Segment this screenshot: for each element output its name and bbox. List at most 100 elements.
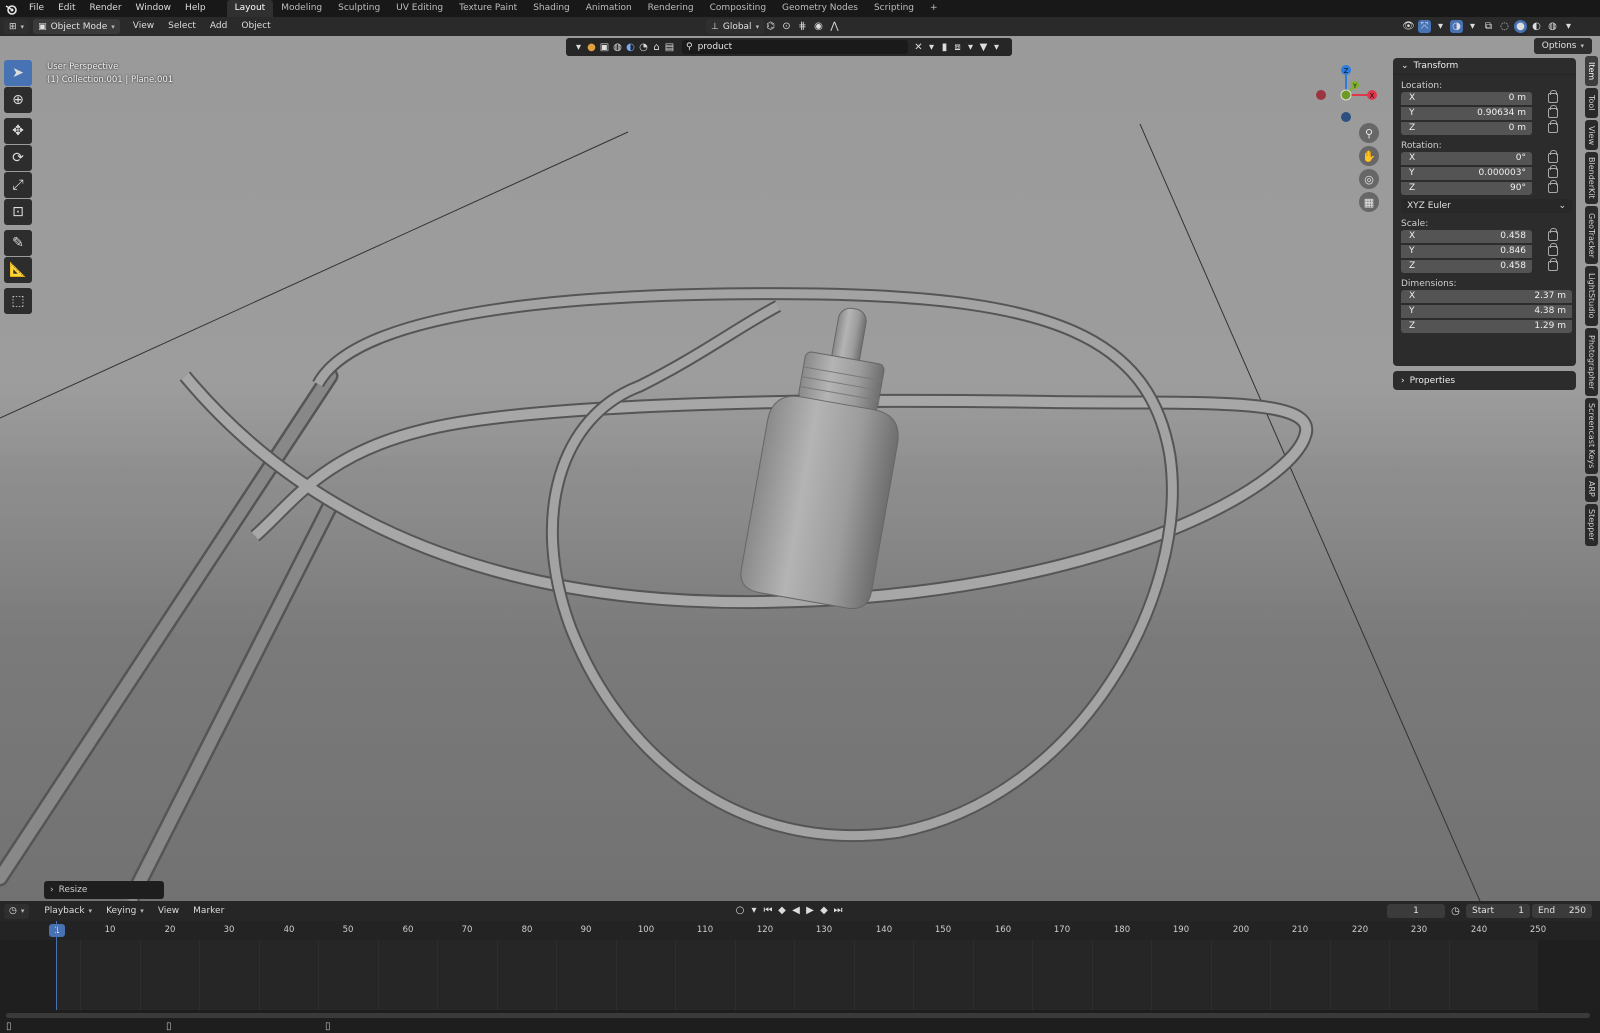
wireframe-shading-icon[interactable]: ◌ xyxy=(1498,20,1511,33)
chevron-down-icon[interactable]: ▾ xyxy=(1562,20,1575,33)
neg-x-axis-handle[interactable] xyxy=(1316,90,1326,100)
navigation-gizmo[interactable]: Z X Y xyxy=(1316,62,1380,126)
dimensions-x-field[interactable]: X 2.37 m xyxy=(1401,289,1572,303)
clear-search-icon[interactable]: ✕ xyxy=(912,41,925,54)
light-icon[interactable]: ◐ xyxy=(624,41,637,54)
play-icon[interactable]: ▶ xyxy=(803,904,817,917)
tab-compositing[interactable]: Compositing xyxy=(702,0,774,17)
timeline-scrollbar[interactable]: ▯ ▯ ▯ xyxy=(0,1010,1600,1033)
tab-modeling[interactable]: Modeling xyxy=(273,0,330,17)
pivot-icon[interactable]: ⌬ xyxy=(764,20,777,33)
editor-type-button[interactable]: ⊞ ▾ xyxy=(4,19,30,34)
lock-icon[interactable] xyxy=(1548,105,1558,118)
image-icon[interactable]: ▤ xyxy=(663,41,676,54)
stopwatch-icon[interactable]: ◷ xyxy=(1449,905,1462,918)
filter-icon[interactable]: ▼ xyxy=(977,41,990,54)
menu-object[interactable]: Object xyxy=(234,17,277,36)
lock-icon[interactable] xyxy=(1548,243,1558,256)
menu-add[interactable]: Add xyxy=(203,17,234,36)
lock-icon[interactable] xyxy=(1548,150,1558,163)
falloff-icon[interactable]: ⋀ xyxy=(828,20,841,33)
transform-orientation-dropdown[interactable]: ⊥ Global ▾ xyxy=(706,19,765,34)
location-z-field[interactable]: Z 0 m xyxy=(1401,121,1532,135)
menu-window[interactable]: Window xyxy=(129,0,179,17)
rotate-tool[interactable]: ⟳ xyxy=(4,145,32,171)
scale-y-field[interactable]: Y 0.846 xyxy=(1401,244,1532,258)
menu-marker[interactable]: Marker xyxy=(186,902,231,921)
snap-target-icon[interactable]: ⋕ xyxy=(796,20,809,33)
rotation-x-field[interactable]: X 0° xyxy=(1401,151,1532,165)
tab-texture-paint[interactable]: Texture Paint xyxy=(451,0,525,17)
current-frame-field[interactable]: 1 xyxy=(1387,904,1445,918)
menu-select[interactable]: Select xyxy=(161,17,203,36)
end-frame-field[interactable]: End 250 xyxy=(1532,904,1592,918)
rotation-z-field[interactable]: Z 90° xyxy=(1401,181,1532,195)
last-operator-panel[interactable]: › Resize xyxy=(44,881,164,899)
bookmark-icon[interactable]: ▮ xyxy=(938,41,951,54)
rendered-shading-icon[interactable]: ◍ xyxy=(1546,20,1559,33)
menu-keying[interactable]: Keying ▾ xyxy=(99,902,151,921)
menu-timeline-view[interactable]: View xyxy=(151,902,186,921)
record-icon[interactable]: ○ xyxy=(733,904,747,917)
lock-icon[interactable] xyxy=(1548,120,1558,133)
playhead-line[interactable] xyxy=(56,921,57,1010)
blender-logo-icon[interactable] xyxy=(0,0,22,17)
pan-hand-icon[interactable]: ✋ xyxy=(1359,146,1379,166)
lock-icon[interactable] xyxy=(1548,90,1558,103)
transform-tool[interactable]: ⊡ xyxy=(4,199,32,225)
xray-icon[interactable]: ⧉ xyxy=(1482,20,1495,33)
lock-icon[interactable] xyxy=(1548,180,1558,193)
chevron-down-icon[interactable]: ▾ xyxy=(964,41,977,54)
chevron-down-icon[interactable]: ▾ xyxy=(747,904,761,917)
chevron-down-icon[interactable]: ▾ xyxy=(1434,20,1447,33)
camera-icon[interactable]: ◔ xyxy=(637,41,650,54)
add-cube-tool[interactable]: ⬚ xyxy=(4,288,32,314)
tab-scripting[interactable]: Scripting xyxy=(866,0,922,17)
menu-file[interactable]: File xyxy=(22,0,51,17)
next-keyframe-icon[interactable]: ◆ xyxy=(817,904,831,917)
jump-end-icon[interactable]: ⏭ xyxy=(831,904,845,917)
cursor-tool[interactable]: ⊕ xyxy=(4,87,32,113)
options-button[interactable]: Options ▾ xyxy=(1533,38,1592,54)
lock-icon[interactable] xyxy=(1548,228,1558,241)
scale-x-field[interactable]: X 0.458 xyxy=(1401,229,1532,243)
layers-icon[interactable]: ⧈ xyxy=(951,41,964,54)
sphere-icon[interactable]: ◍ xyxy=(611,41,624,54)
tab-uv-editing[interactable]: UV Editing xyxy=(388,0,451,17)
search-input[interactable]: ⚲ product xyxy=(682,40,908,54)
move-tool[interactable]: ✥ xyxy=(4,118,32,144)
snap-icon[interactable]: ⊙ xyxy=(780,20,793,33)
ortho-grid-icon[interactable]: ▦ xyxy=(1359,192,1379,212)
chevron-down-icon[interactable]: ▾ xyxy=(1466,20,1479,33)
play-reverse-icon[interactable]: ◀ xyxy=(789,904,803,917)
scrollbar-thumb[interactable] xyxy=(6,1013,1590,1018)
chevron-down-icon[interactable]: ▾ xyxy=(925,41,938,54)
chevron-down-icon[interactable]: ▾ xyxy=(572,41,585,54)
sidetab-blenderkit[interactable]: BlenderKit xyxy=(1585,152,1598,204)
visibility-icon[interactable]: 👁 xyxy=(1402,20,1415,33)
solid-shading-icon[interactable]: ● xyxy=(1514,20,1527,33)
sidetab-view[interactable]: View xyxy=(1585,120,1598,150)
camera-view-icon[interactable]: ◎ xyxy=(1359,169,1379,189)
location-y-field[interactable]: Y 0.90634 m xyxy=(1401,106,1532,120)
mode-selector[interactable]: ▣ Object Mode ▾ xyxy=(33,19,120,34)
tab-rendering[interactable]: Rendering xyxy=(640,0,702,17)
3d-viewport[interactable]: User Perspective (1) Collection.001 | Pl… xyxy=(0,36,1600,901)
palette-icon[interactable]: ● xyxy=(585,41,598,54)
menu-help[interactable]: Help xyxy=(178,0,213,17)
rotation-y-field[interactable]: Y 0.000003° xyxy=(1401,166,1532,180)
lock-icon[interactable] xyxy=(1548,165,1558,178)
timeline-editor-type-button[interactable]: ◷ ▾ xyxy=(4,903,30,919)
sidetab-photographer[interactable]: Photographer xyxy=(1585,328,1598,396)
rotation-mode-dropdown[interactable]: XYZ Euler ⌄ xyxy=(1401,199,1572,213)
scene-icon[interactable]: ⌂ xyxy=(650,41,663,54)
material-shading-icon[interactable]: ◐ xyxy=(1530,20,1543,33)
measure-tool[interactable]: 📐 xyxy=(4,257,32,283)
menu-render[interactable]: Render xyxy=(83,0,129,17)
timeline-ruler[interactable]: 1 10 20 30 40 50 60 70 80 90 100 110 120… xyxy=(0,921,1600,940)
menu-playback[interactable]: Playback ▾ xyxy=(37,902,99,921)
timeline-keyframe-area[interactable] xyxy=(0,940,1600,1010)
annotate-tool[interactable]: ✎ xyxy=(4,230,32,256)
transform-header[interactable]: ⌄ Transform xyxy=(1393,58,1576,75)
scale-z-field[interactable]: Z 0.458 xyxy=(1401,259,1532,273)
